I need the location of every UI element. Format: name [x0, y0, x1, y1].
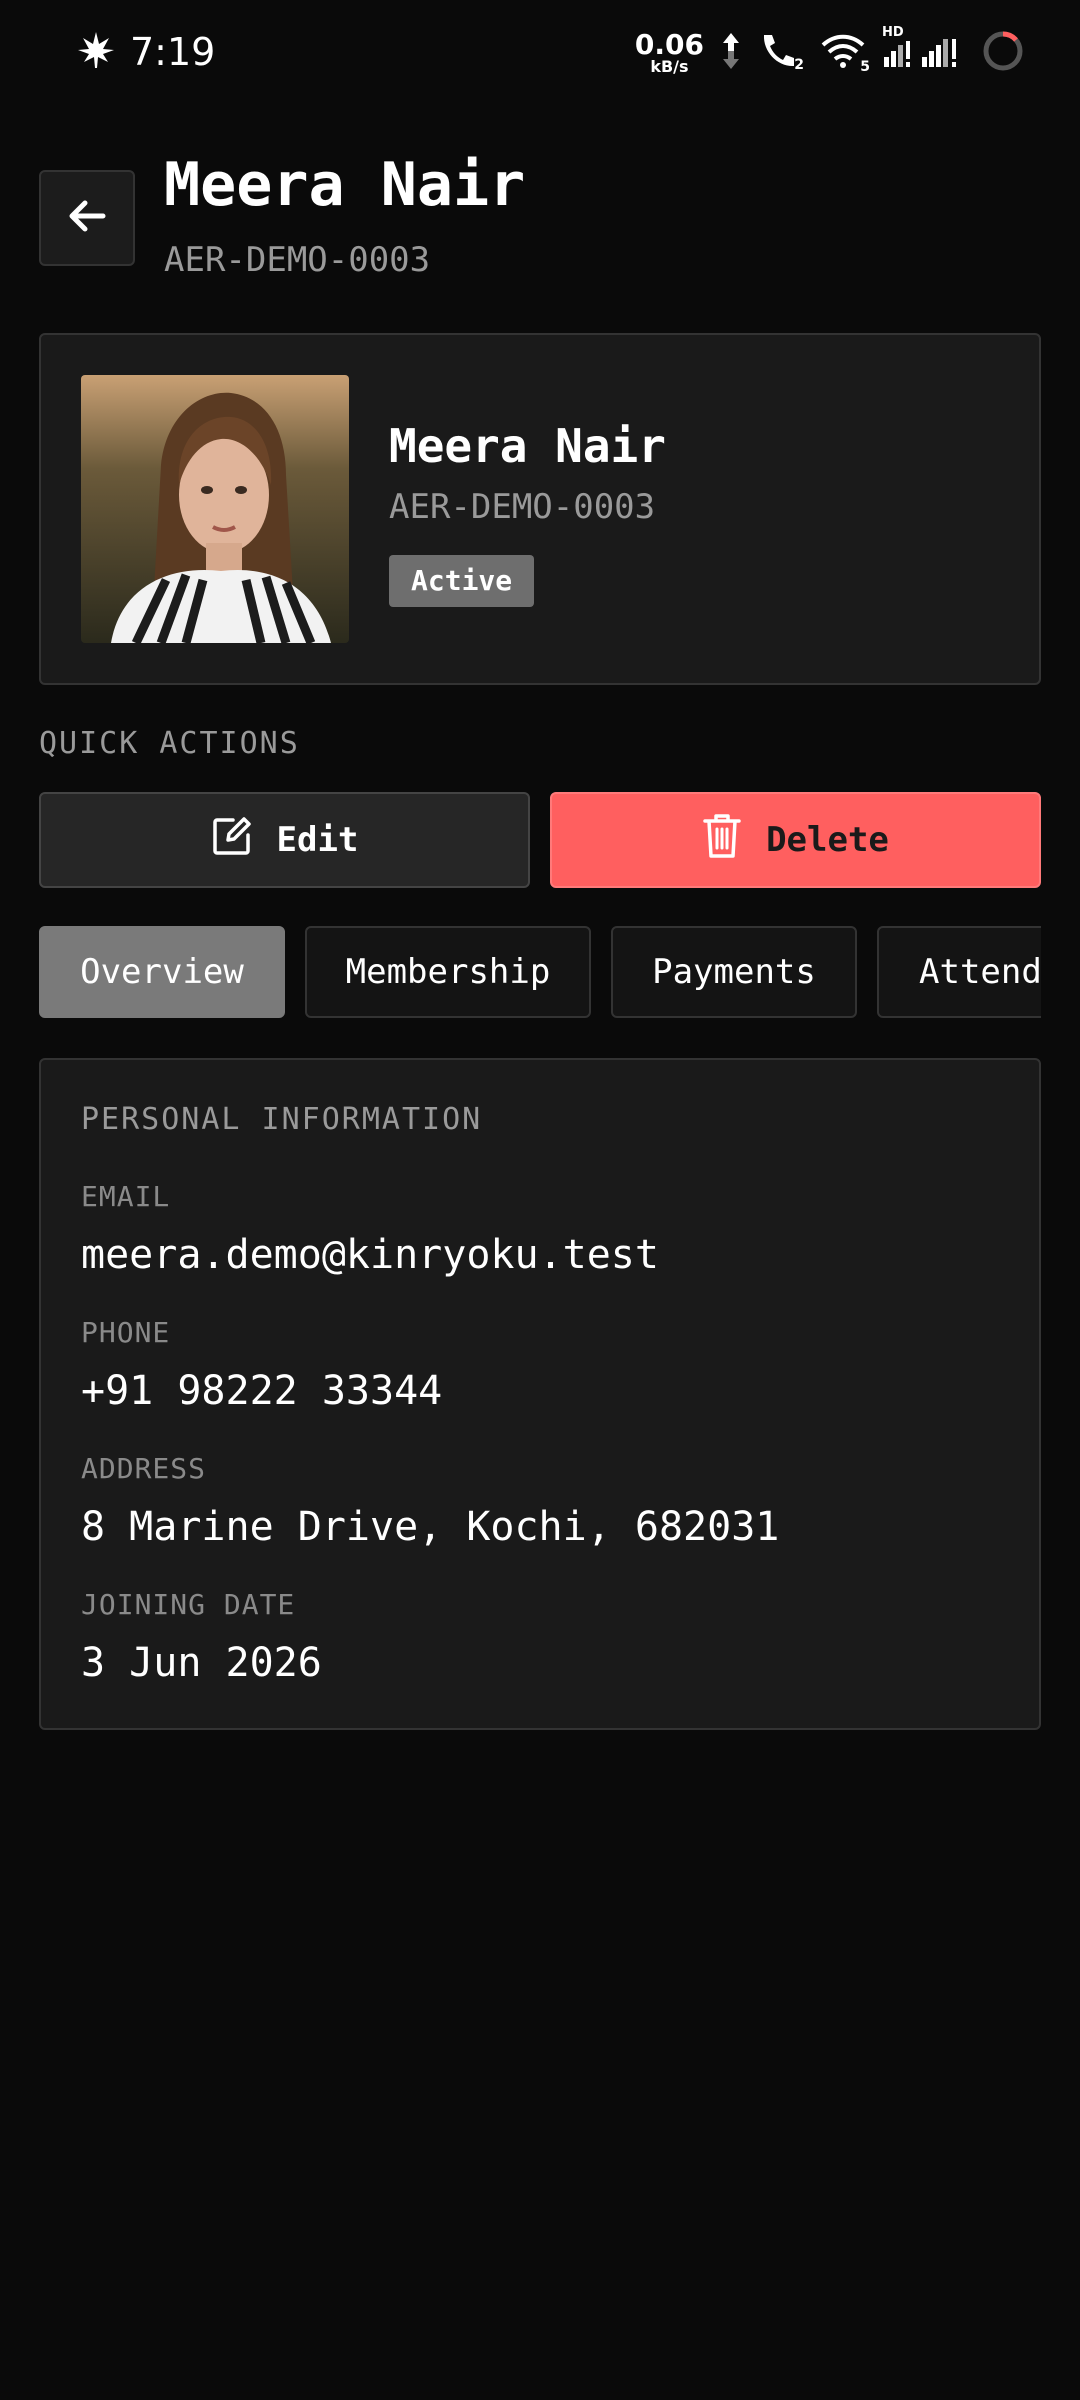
back-button[interactable] [39, 170, 135, 266]
edit-button-label: Edit [276, 820, 359, 860]
profile-name: Meera Nair [389, 419, 666, 473]
status-badge: Active [389, 555, 535, 607]
section-title: PERSONAL INFORMATION [81, 1102, 483, 1137]
tab-overview[interactable]: Overview [39, 926, 285, 1018]
profile-card: Meera Nair AER-DEMO-0003 Active [39, 333, 1041, 685]
delete-button-label: Delete [766, 820, 889, 860]
status-bar-left: 7:19 [76, 30, 215, 74]
quick-actions-label: QUICK ACTIONS [39, 726, 300, 761]
leaf-icon [76, 30, 116, 74]
joining-date-label: JOINING DATE [81, 1588, 296, 1621]
page-title: Meera Nair [164, 150, 526, 220]
network-speed: 0.06 kB/s [634, 28, 704, 76]
trash-icon [702, 812, 742, 869]
status-bar-right: 0.06 kB/s 2 5 HD [634, 25, 1024, 76]
member-id: AER-DEMO-0003 [389, 487, 656, 527]
delete-button[interactable]: Delete [550, 792, 1041, 888]
tab-attendance[interactable]: Attendance [877, 926, 1041, 1018]
battery-icon [982, 30, 1024, 76]
status-bar: 7:19 0.06 kB/s 2 5 HD [0, 0, 1080, 116]
signal-icon: HD [882, 25, 966, 75]
tab-bar: Overview Membership Payments Attendance [39, 926, 1041, 1020]
call-icon: 2 [758, 31, 804, 75]
phone-label: PHONE [81, 1316, 171, 1349]
arrow-left-icon [65, 194, 109, 242]
email-label: EMAIL [81, 1180, 171, 1213]
edit-icon [211, 815, 253, 866]
tab-payments[interactable]: Payments [611, 926, 857, 1018]
joining-date-value: 3 Jun 2026 [81, 1640, 322, 1686]
wifi-icon: 5 [820, 31, 870, 75]
status-time: 7:19 [130, 30, 216, 74]
personal-info-card: PERSONAL INFORMATION EMAIL meera.demo@ki… [39, 1058, 1041, 1730]
address-value: 8 Marine Drive, Kochi, 682031 [81, 1504, 780, 1550]
data-arrows-icon [720, 31, 742, 75]
phone-value: +91 98222 33344 [81, 1368, 443, 1414]
edit-button[interactable]: Edit [39, 792, 530, 888]
avatar [81, 375, 349, 643]
tab-membership[interactable]: Membership [305, 926, 591, 1018]
address-label: ADDRESS [81, 1452, 207, 1485]
page-subtitle: AER-DEMO-0003 [164, 240, 431, 280]
email-value: meera.demo@kinryoku.test [81, 1232, 659, 1278]
